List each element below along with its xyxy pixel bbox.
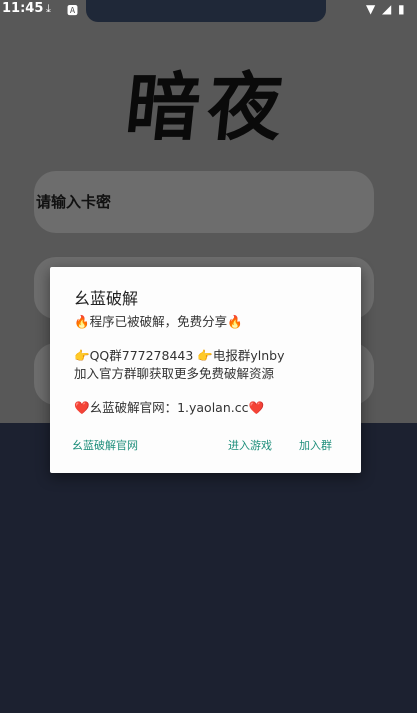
dialog-actions: 幺蓝破解官网 进入游戏 加入群 xyxy=(50,437,361,457)
dialog-line-2: 👉QQ群777278443 👉电报群ylnby xyxy=(74,348,285,363)
enter-game-button[interactable]: 进入游戏 xyxy=(228,437,272,453)
join-group-button[interactable]: 加入群 xyxy=(299,437,332,453)
official-site-button[interactable]: 幺蓝破解官网 xyxy=(72,437,138,453)
dialog-line-3: 加入官方群聊获取更多免费破解资源 xyxy=(74,366,275,381)
crack-info-dialog: 幺蓝破解 🔥程序已被破解，免费分享🔥 👉QQ群777278443 👉电报群yln… xyxy=(50,267,361,473)
dialog-message: 🔥程序已被破解，免费分享🔥 👉QQ群777278443 👉电报群ylnby 加入… xyxy=(74,313,349,417)
dialog-line-1: 🔥程序已被破解，免费分享🔥 xyxy=(74,314,243,329)
dialog-line-4: ❤️幺蓝破解官网：1.yaolan.cc❤️ xyxy=(74,400,265,415)
dialog-title: 幺蓝破解 xyxy=(74,289,139,308)
